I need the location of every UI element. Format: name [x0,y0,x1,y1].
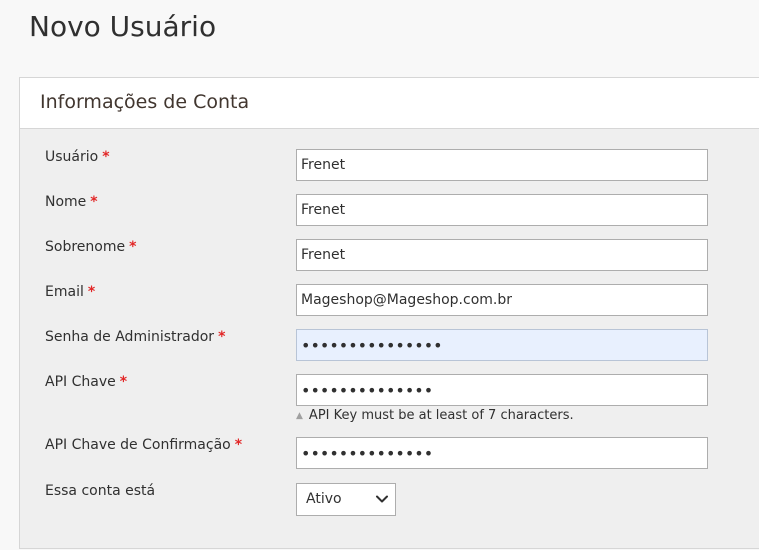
email-label: Email * [45,284,95,300]
account-status-select[interactable]: Ativo [296,483,396,516]
lastname-label: Sobrenome * [45,239,136,255]
username-label: Usuário * [45,149,110,165]
api-key-note-text: API Key must be at least of 7 characters… [308,408,574,423]
api-key-label-text: API Chave [45,374,116,390]
api-key-confirm-label: API Chave de Confirmação * [45,437,242,453]
username-input[interactable] [296,149,708,181]
lastname-label-text: Sobrenome [45,239,126,255]
api-key-note: ▲ API Key must be at least of 7 character… [296,408,574,423]
triangle-up-icon: ▲ [296,411,303,421]
username-label-text: Usuário [45,149,99,165]
firstname-label: Nome * [45,194,98,210]
page-title: Novo Usuário [29,10,217,43]
section-title: Informações de Conta [40,91,250,113]
firstname-label-text: Nome [45,194,87,210]
required-mark: * [102,149,110,165]
chevron-down-icon [376,495,388,503]
email-input[interactable] [296,284,708,316]
api-key-label: API Chave * [45,374,127,390]
required-mark: * [90,194,98,210]
api-key-confirm-input[interactable] [296,437,708,469]
admin-password-label-text: Senha de Administrador [45,329,215,345]
required-mark: * [119,374,128,390]
required-mark: * [234,437,243,453]
account-info-section: Informações de Conta Usuário* Nome* Sobr… [19,77,759,549]
admin-password-label: Senha de Administrador * [45,329,225,345]
required-mark: * [87,284,96,300]
account-status-label: Essa conta está [45,483,156,499]
section-header[interactable]: Informações de Conta [20,78,759,129]
email-label-text: Email [45,284,84,300]
firstname-input[interactable] [296,194,708,226]
api-key-confirm-label-text: API Chave de Confirmação [45,437,231,453]
admin-password-input[interactable] [296,329,708,361]
lastname-input[interactable] [296,239,708,271]
required-mark: * [218,329,226,345]
account-status-selected: Ativo [306,491,342,507]
api-key-input[interactable] [296,374,708,406]
required-mark: * [129,239,137,255]
